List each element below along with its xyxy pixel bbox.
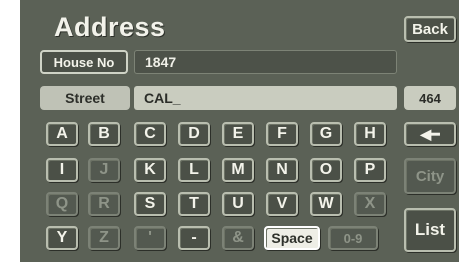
key-s[interactable]: S [134,192,166,216]
page-title: Address [54,12,166,42]
key-q[interactable]: Q [46,192,78,216]
key-u[interactable]: U [222,192,254,216]
city-button[interactable]: City [404,158,456,194]
backspace-button[interactable]: ◀━ [404,122,456,146]
key-f[interactable]: F [266,122,298,146]
key-m[interactable]: M [222,158,254,182]
back-button[interactable]: Back [404,16,456,42]
key-t[interactable]: T [178,192,210,216]
key-n[interactable]: N [266,158,298,182]
key-e[interactable]: E [222,122,254,146]
key-o[interactable]: O [310,158,342,182]
numbers-key[interactable]: 0-9 [328,226,378,250]
key-z[interactable]: Z [88,226,120,250]
key-i[interactable]: I [46,158,78,182]
key-b[interactable]: B [88,122,120,146]
house-no-field[interactable]: 1847 [134,50,397,74]
street-match-count: 464 [404,86,456,110]
key-apostrophe[interactable]: ' [134,226,166,250]
key-v[interactable]: V [266,192,298,216]
key-r[interactable]: R [88,192,120,216]
key-p[interactable]: P [354,158,386,182]
space-key[interactable]: Space [264,226,320,250]
key-a[interactable]: A [46,122,78,146]
key-x[interactable]: X [354,192,386,216]
house-no-button[interactable]: House No [40,50,128,74]
key-h[interactable]: H [354,122,386,146]
street-label: Street [40,86,130,110]
list-button[interactable]: List [404,208,456,252]
key-k[interactable]: K [134,158,166,182]
key-hyphen[interactable]: - [178,226,210,250]
key-g[interactable]: G [310,122,342,146]
address-entry-screen: Address Back House No 1847 Street CAL_ 4… [20,0,459,262]
key-l[interactable]: L [178,158,210,182]
street-input[interactable]: CAL_ [134,86,397,110]
key-d[interactable]: D [178,122,210,146]
key-j[interactable]: J [88,158,120,182]
key-w[interactable]: W [310,192,342,216]
key-y[interactable]: Y [46,226,78,250]
left-arrow-icon: ◀━ [420,125,440,142]
key-ampersand[interactable]: & [222,226,254,250]
key-c[interactable]: C [134,122,166,146]
